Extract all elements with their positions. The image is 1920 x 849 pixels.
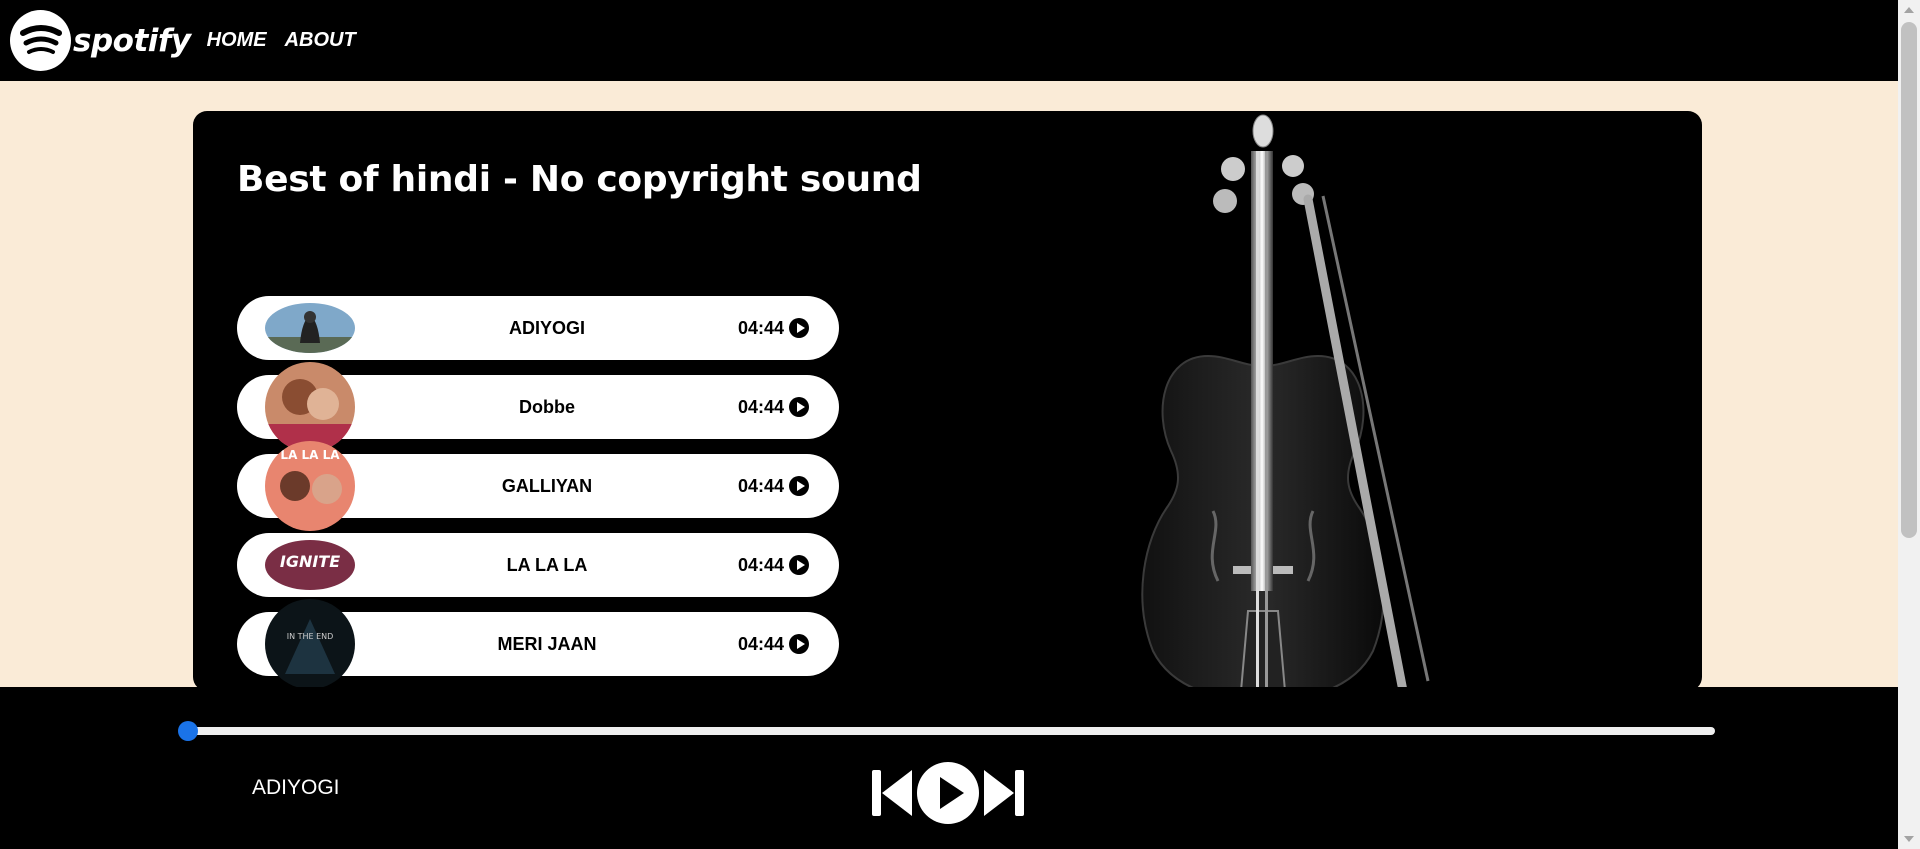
- nav-link-home[interactable]: HOME: [207, 29, 267, 52]
- song-item[interactable]: IGNITE LA LA LA 04:44: [237, 533, 839, 597]
- song-name: ADIYOGI: [508, 318, 585, 338]
- thumb-text: IGNITE: [280, 552, 340, 571]
- play-icon[interactable]: [789, 476, 809, 496]
- song-list: ADIYOGI 04:44 Dobbe 04:44 LA LA LA GALLI…: [237, 296, 839, 691]
- violin-image: [1141, 114, 1430, 691]
- song-name: Dobbe: [519, 397, 575, 417]
- thumb-text: IN THE END: [287, 632, 334, 641]
- song-name: GALLIYAN: [501, 476, 593, 496]
- song-thumbnail: IN THE END: [265, 599, 355, 689]
- song-duration: 04:44: [737, 397, 784, 417]
- logo-text: spotify: [73, 22, 191, 59]
- page-scrollbar[interactable]: [1898, 0, 1920, 849]
- playback-controls: [872, 761, 1024, 825]
- nav-links: HOME ABOUT: [207, 29, 374, 52]
- song-name: LA LA LA: [506, 555, 588, 575]
- spotify-icon: [10, 10, 71, 71]
- playlist-card: Best of hindi - No copyright sound ADIYO…: [193, 111, 1702, 691]
- playlist-title: Best of hindi - No copyright sound: [237, 159, 922, 200]
- progress-slider[interactable]: [188, 727, 1715, 735]
- logo[interactable]: spotify: [10, 10, 191, 71]
- current-song-name: ADIYOGI: [252, 776, 340, 799]
- next-icon[interactable]: [984, 768, 1024, 818]
- progress-thumb[interactable]: [178, 721, 198, 741]
- nav-link-about[interactable]: ABOUT: [285, 29, 356, 52]
- play-icon[interactable]: [789, 397, 809, 417]
- song-duration: 04:44: [737, 318, 784, 338]
- scroll-up-icon[interactable]: [1904, 7, 1914, 13]
- player-bar: ADIYOGI: [0, 687, 1898, 849]
- song-duration: 04:44: [737, 634, 784, 654]
- song-duration: 04:44: [737, 555, 784, 575]
- scroll-down-icon[interactable]: [1904, 836, 1914, 842]
- play-button-icon[interactable]: [916, 761, 980, 825]
- navbar: spotify HOME ABOUT: [0, 0, 1898, 81]
- song-item[interactable]: LA LA LA GALLIYAN 04:44: [237, 441, 839, 531]
- thumb-text: LA LA LA: [280, 448, 340, 462]
- song-item[interactable]: Dobbe 04:44: [237, 362, 839, 452]
- song-thumbnail: [265, 303, 355, 353]
- song-thumbnail: [265, 362, 355, 452]
- song-item[interactable]: IN THE END MERI JAAN 04:44: [237, 599, 839, 689]
- scroll-thumb[interactable]: [1901, 22, 1917, 538]
- song-duration: 04:44: [737, 476, 784, 496]
- song-thumbnail: IGNITE: [265, 540, 355, 590]
- song-thumbnail: LA LA LA: [265, 441, 355, 531]
- previous-icon[interactable]: [872, 768, 912, 818]
- song-name: MERI JAAN: [497, 634, 597, 654]
- song-item[interactable]: ADIYOGI 04:44: [237, 296, 839, 360]
- play-icon[interactable]: [789, 318, 809, 338]
- play-icon[interactable]: [789, 634, 809, 654]
- play-icon[interactable]: [789, 555, 809, 575]
